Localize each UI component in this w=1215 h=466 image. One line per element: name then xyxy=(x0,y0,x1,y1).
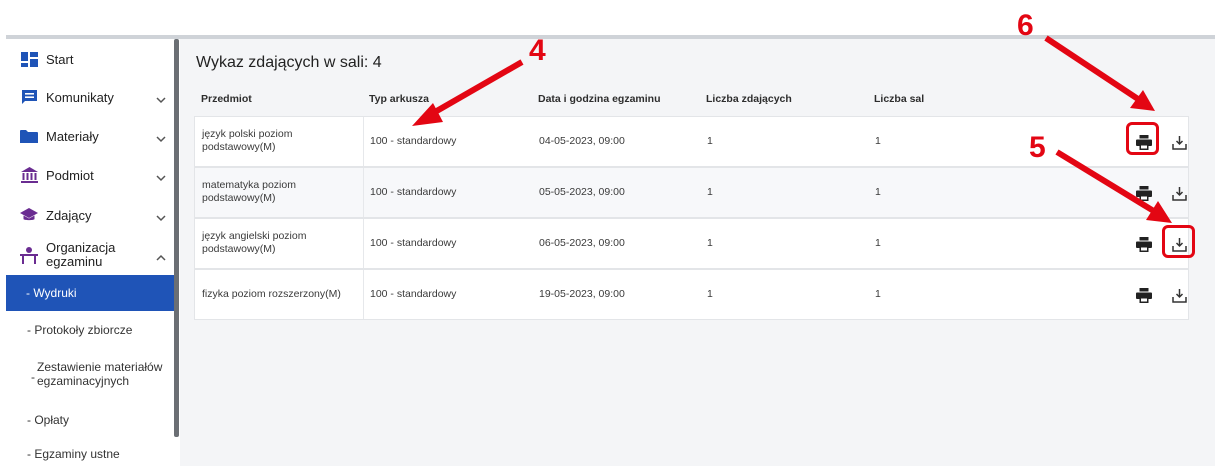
sidebar-item-label: Podmiot xyxy=(46,167,94,183)
chevron-down-icon xyxy=(156,131,166,143)
annotation-number-4: 4 xyxy=(529,34,546,67)
highlight-print-button xyxy=(1126,122,1159,155)
cell-count: 1 xyxy=(707,237,713,249)
sidebar-scrollbar[interactable] xyxy=(174,39,179,437)
annotation-number-6: 6 xyxy=(1017,9,1034,42)
table-row: język angielski poziom podstawowy(M) 100… xyxy=(194,218,1189,269)
column-header-typ-arkusza: Typ arkusza xyxy=(369,93,429,105)
sidebar-item-organizacja-egzaminu[interactable]: Organizacja egzaminu xyxy=(6,239,174,271)
cell-subject: język polski poziom podstawowy(M) xyxy=(202,128,293,153)
sidebar-subitem-dash: - xyxy=(31,370,35,384)
sidebar-item-podmiot[interactable]: Podmiot xyxy=(6,165,174,185)
download-icon[interactable] xyxy=(1169,132,1189,152)
table-row: fizyka poziom rozszerzony(M) 100 - stand… xyxy=(194,269,1189,320)
sidebar-subitem-label: - Protokoły zbiorcze xyxy=(27,323,133,337)
cell-count: 1 xyxy=(707,186,713,198)
chevron-down-icon xyxy=(156,170,166,182)
cell-count: 1 xyxy=(707,135,713,147)
highlight-download-button xyxy=(1162,225,1195,258)
sidebar-subitem-egzaminy-ustne[interactable]: - Egzaminy ustne xyxy=(6,443,174,465)
sidebar-item-komunikaty[interactable]: Komunikaty xyxy=(6,87,174,107)
sidebar-item-start[interactable]: Start xyxy=(6,49,174,69)
folder-icon xyxy=(20,127,38,145)
sidebar-subitem-label: - Opłaty xyxy=(27,413,70,427)
sidebar-subitem-zestawienie[interactable]: - Zestawienie materiałów egzaminacyjnych xyxy=(6,357,174,395)
institution-icon xyxy=(20,166,38,184)
sidebar-item-label: Organizacja egzaminu xyxy=(46,240,116,269)
desk-person-icon xyxy=(20,246,38,264)
sidebar-item-materialy[interactable]: Materiały xyxy=(6,126,174,146)
column-divider xyxy=(363,270,364,319)
cell-rooms: 1 xyxy=(875,186,881,198)
sidebar-item-label: Materiały xyxy=(46,128,99,144)
print-icon[interactable] xyxy=(1134,183,1154,203)
cell-type: 100 - standardowy xyxy=(370,288,457,300)
dashboard-icon xyxy=(20,50,38,68)
graduation-cap-icon xyxy=(20,206,38,224)
column-header-data: Data i godzina egzaminu xyxy=(538,93,661,105)
page-title: Wykaz zdających w sali: 4 xyxy=(196,54,382,71)
cell-count: 1 xyxy=(707,288,713,300)
main-content: Wykaz zdających w sali: 4 Przedmiot Typ … xyxy=(180,39,1215,466)
column-header-liczba-sal: Liczba sal xyxy=(874,93,925,105)
cell-rooms: 1 xyxy=(875,135,881,147)
message-icon xyxy=(20,88,38,106)
column-header-przedmiot: Przedmiot xyxy=(201,93,252,105)
chevron-down-icon xyxy=(156,210,166,222)
sidebar-subitem-wydruki[interactable]: - Wydruki xyxy=(6,275,174,311)
cell-datetime: 06-05-2023, 09:00 xyxy=(539,237,625,249)
sidebar-subitem-label: - Egzaminy ustne xyxy=(27,447,120,461)
sidebar-item-zdajacy[interactable]: Zdający xyxy=(6,205,174,225)
sidebar-subitem-label: - Wydruki xyxy=(26,286,77,300)
sidebar-subitem-oplaty[interactable]: - Opłaty xyxy=(6,407,174,433)
cell-datetime: 04-05-2023, 09:00 xyxy=(539,135,625,147)
sidebar-subitem-label: Zestawienie materiałów egzaminacyjnych xyxy=(37,360,163,388)
column-divider xyxy=(363,168,364,217)
cell-datetime: 05-05-2023, 09:00 xyxy=(539,186,625,198)
sidebar-item-label: Zdający xyxy=(46,207,92,223)
cell-type: 100 - standardowy xyxy=(370,186,457,198)
print-icon[interactable] xyxy=(1134,234,1154,254)
cell-subject: fizyka poziom rozszerzony(M) xyxy=(202,288,341,300)
column-divider xyxy=(363,117,364,166)
cell-subject: matematyka poziom podstawowy(M) xyxy=(202,179,296,204)
download-icon[interactable] xyxy=(1169,183,1189,203)
sidebar-item-label: Start xyxy=(46,51,74,67)
cell-rooms: 1 xyxy=(875,237,881,249)
annotation-number-5: 5 xyxy=(1029,131,1046,164)
table-row: matematyka poziom podstawowy(M) 100 - st… xyxy=(194,167,1189,218)
cell-datetime: 19-05-2023, 09:00 xyxy=(539,288,625,300)
sidebar-subitem-protokoly[interactable]: - Protokoły zbiorcze xyxy=(6,317,174,343)
chevron-down-icon xyxy=(156,92,166,104)
download-icon[interactable] xyxy=(1169,285,1189,305)
sidebar-item-label: Komunikaty xyxy=(46,89,114,105)
sidebar: Start Komunikaty Materiały Podmiot Zdają… xyxy=(6,39,174,466)
column-divider xyxy=(363,219,364,268)
chevron-up-icon xyxy=(156,250,166,261)
cell-type: 100 - standardowy xyxy=(370,135,457,147)
cell-type: 100 - standardowy xyxy=(370,237,457,249)
cell-subject: język angielski poziom podstawowy(M) xyxy=(202,230,307,255)
cell-rooms: 1 xyxy=(875,288,881,300)
print-icon[interactable] xyxy=(1134,285,1154,305)
column-header-liczba-zdajacych: Liczba zdających xyxy=(706,93,792,105)
table-header: Przedmiot Typ arkusza Data i godzina egz… xyxy=(194,87,1189,111)
